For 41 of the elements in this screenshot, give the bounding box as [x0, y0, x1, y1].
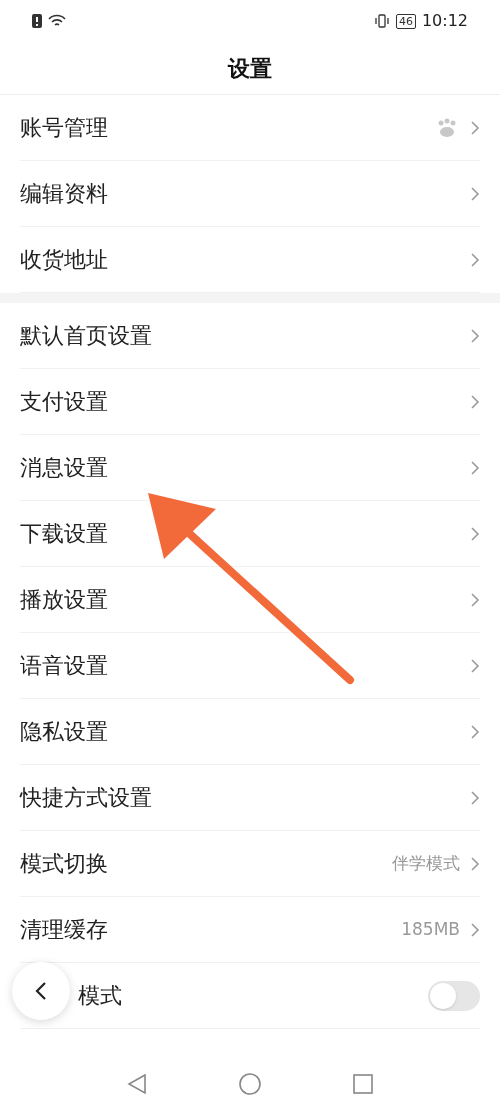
chevron-icon [470, 119, 480, 136]
setting-label[interactable]: 账号管理 [20, 111, 108, 144]
setting-label[interactable]: 收货地址 [20, 243, 108, 276]
chevron-icon [470, 591, 480, 608]
setting-label[interactable]: 消息设置 [20, 451, 108, 484]
setting-label[interactable]: 支付设置 [20, 385, 108, 418]
back-nav-icon[interactable] [127, 1073, 147, 1095]
alert-icon [32, 14, 42, 28]
battery-indicator: 46 [395, 13, 416, 29]
setting-label[interactable]: 模式切换 [20, 847, 108, 880]
toggle-switch[interactable] [428, 980, 480, 1011]
back-icon [35, 981, 47, 1001]
chevron-icon [470, 921, 480, 938]
chevron-icon [470, 393, 480, 410]
setting-label[interactable]: 默认首页设置 [20, 319, 152, 352]
page-title: 设置 [228, 54, 272, 83]
setting-label[interactable]: 播放设置 [20, 583, 108, 616]
recents-nav-icon[interactable] [353, 1074, 373, 1094]
setting-label[interactable]: 编辑资料 [20, 177, 108, 210]
chevron-icon [470, 723, 480, 740]
home-nav-icon[interactable] [239, 1073, 261, 1095]
chevron-icon [470, 185, 480, 202]
setting-label[interactable]: 语音设置 [20, 649, 108, 682]
chevron-icon [470, 789, 480, 806]
wifi-icon [48, 14, 66, 28]
setting-label[interactable]: 快捷方式设置 [20, 781, 152, 814]
vibrate-icon [373, 14, 390, 28]
chevron-icon [470, 525, 480, 542]
chevron-icon [470, 327, 480, 344]
setting-value: 185MB [401, 917, 460, 941]
chevron-icon [470, 251, 480, 268]
setting-label[interactable]: 隐私设置 [20, 715, 108, 748]
setting-label[interactable]: 下载设置 [20, 517, 108, 550]
chevron-icon [470, 657, 480, 674]
clock: 10:12 [421, 10, 468, 32]
setting-label[interactable]: 模式 [78, 979, 122, 1012]
chevron-icon [470, 459, 480, 476]
setting-value: 伴学模式 [392, 851, 460, 875]
setting-label[interactable]: 清理缓存 [20, 913, 108, 946]
paw-icon [436, 117, 458, 138]
chevron-icon [470, 855, 480, 872]
